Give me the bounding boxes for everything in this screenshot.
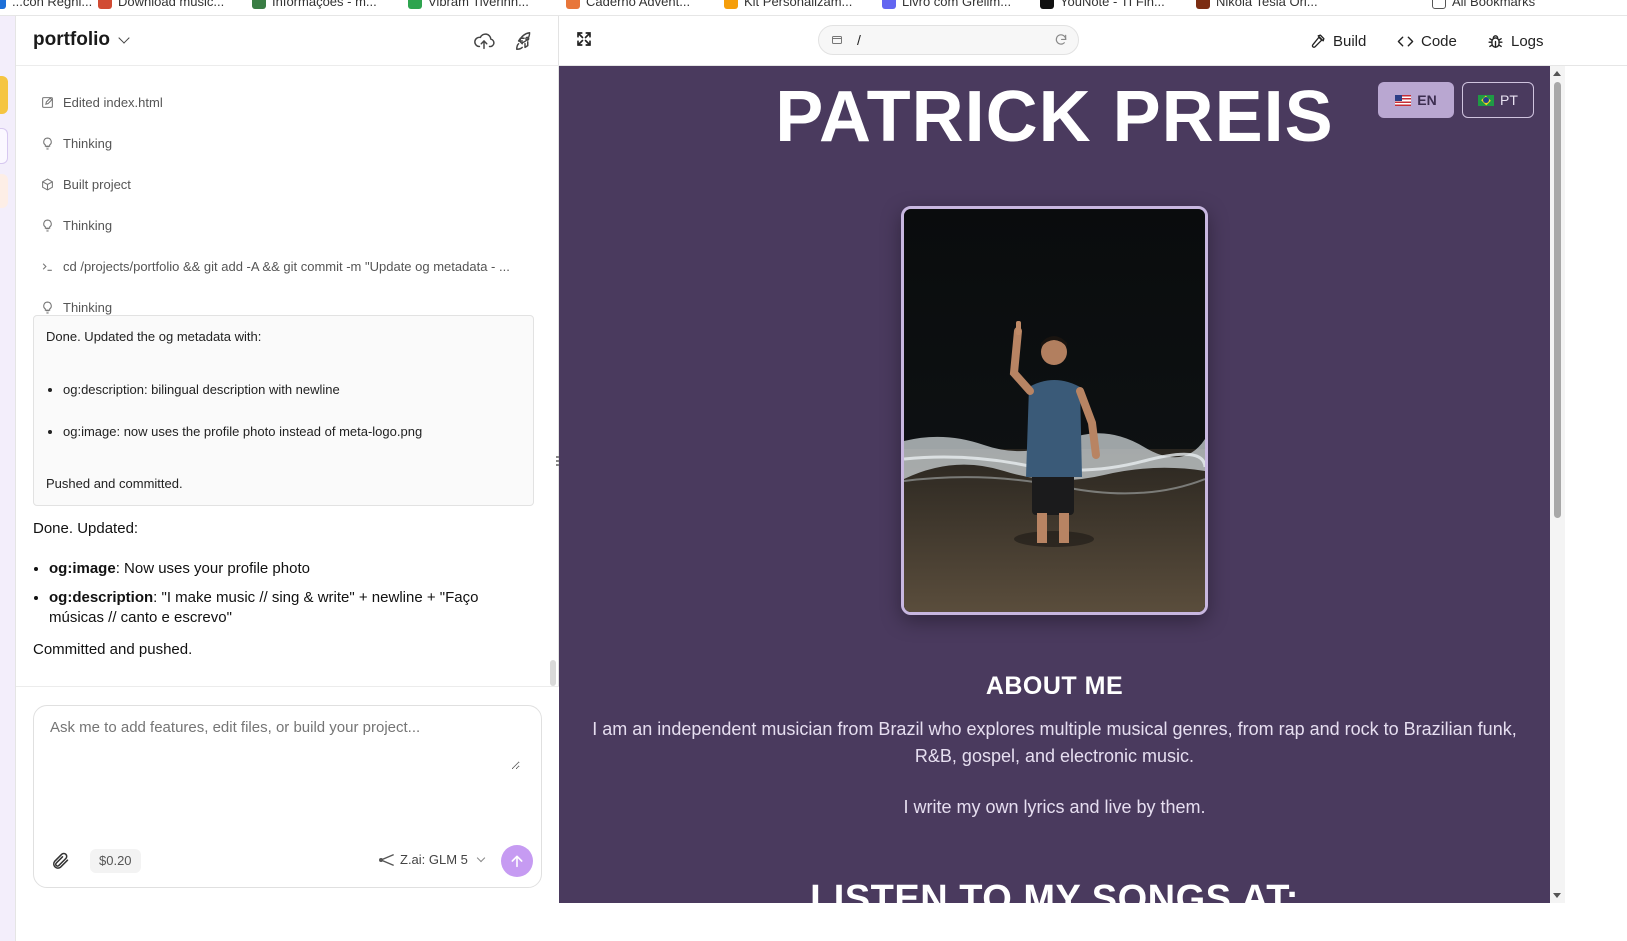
bookmark-favicon-icon [1196,0,1210,9]
site-preview: PATRICK PREIS EN PT ABOUT ME I am an ind… [559,66,1550,903]
terminal-icon [42,263,52,271]
brazil-flag-icon [1478,94,1495,106]
chat-panel: portfolio Edited index.html Thinking Bui… [16,16,559,941]
step-item[interactable]: Thinking [40,205,540,246]
assistant-reply: Done. Updated: og:image: Now uses your p… [33,519,533,660]
arrow-up-icon [511,855,523,868]
bookmarks-bar: ...con Regni... Download music... Inform… [0,0,1627,16]
logs-button[interactable]: Logs [1487,29,1544,53]
sidebar-tab[interactable] [0,174,8,208]
bookmark-favicon-icon [408,0,422,9]
left-sidebar-strip [0,16,16,941]
hammer-icon [1311,33,1325,48]
bookmark-favicon-icon [882,0,896,9]
chat-scrollbar[interactable] [550,660,556,686]
reply-list: og:image: Now uses your profile photo og… [49,559,533,628]
attach-button[interactable] [50,851,70,871]
sidebar-tab[interactable] [0,128,8,164]
code-button[interactable]: Code [1397,29,1457,53]
bookmark-item[interactable]: Caderno Advent... [566,0,690,9]
result-list: og:description: bilingual description wi… [63,382,422,466]
url-text: / [857,32,861,48]
lightbulb-icon [42,137,52,150]
bug-icon [1488,34,1503,48]
about-text: I am an independent musician from Brazil… [592,719,1517,766]
app-window: ...con Regni... Download music... Inform… [0,0,1627,941]
step-item[interactable]: Built project [40,164,540,205]
step-item[interactable]: Edited index.html [40,82,540,123]
expand-icon [577,32,591,46]
preview-scrollbar[interactable] [1550,66,1565,903]
build-button[interactable]: Build [1309,29,1366,53]
deploy-button[interactable] [512,28,538,54]
chat-header: portfolio [16,16,559,66]
profile-photo [901,206,1208,615]
result-outro: Pushed and committed. [46,476,183,491]
bookmark-item[interactable]: Livro com Grelim... [882,0,1011,9]
list-item: og:image: Now uses your profile photo [49,559,533,579]
project-selector[interactable]: portfolio [33,29,130,51]
bookmark-favicon-icon [1040,0,1054,9]
us-flag-icon [1395,94,1412,106]
edit-icon [41,97,53,108]
fullscreen-button[interactable] [575,30,595,50]
model-provider-icon [379,853,394,866]
cost-badge: $0.20 [90,849,141,873]
bookmark-favicon-icon [252,0,266,9]
bookmark-item[interactable]: Download music... [98,0,224,9]
chevron-down-icon [118,32,130,44]
scroll-down-icon[interactable] [1553,893,1561,898]
bookmark-favicon-icon [98,0,112,9]
project-title: portfolio [33,29,111,50]
step-item[interactable]: Thinking [40,123,540,164]
lightbulb-icon [42,219,52,232]
preview-toolbar: / Build Code Logs [559,16,1627,66]
reply-intro: Done. Updated: [33,520,139,537]
cloud-upload-icon [474,33,495,50]
result-intro: Done. Updated the og metadata with: [46,329,262,344]
chat-input[interactable] [50,719,520,770]
bookmark-item[interactable]: Kit Personalizam... [724,0,852,9]
bookmark-item[interactable]: ...con Regni... [0,0,92,9]
package-icon [41,178,53,191]
bookmark-item[interactable]: Informações - m... [252,0,377,9]
list-item: og:description: bilingual description wi… [63,382,422,424]
chat-input-area: $0.20 Z.ai: GLM 5 [16,686,559,941]
reload-icon[interactable] [1054,33,1068,47]
bookmark-favicon-icon [724,0,738,9]
listen-heading: LISTEN TO MY SONGS AT: [810,878,1299,903]
chat-input-box: $0.20 Z.ai: GLM 5 [33,705,542,888]
tool-result-box: Done. Updated the og metadata with: og:d… [33,315,534,506]
lightbulb-icon [42,301,52,314]
language-pt-button[interactable]: PT [1462,82,1534,118]
step-item[interactable]: cd /projects/portfolio && git add -A && … [40,246,540,287]
folder-icon [1432,0,1446,9]
code-icon [1397,36,1414,46]
url-bar[interactable]: / [818,25,1079,55]
reply-closing: Committed and pushed. [33,641,193,658]
bookmark-item[interactable]: Nikola Tesla Ori... [1196,0,1318,9]
scrollbar-thumb[interactable] [1554,82,1561,518]
chevron-down-icon [476,853,486,863]
language-en-button[interactable]: EN [1378,82,1454,118]
all-bookmarks-item[interactable]: All Bookmarks [1432,0,1535,9]
upload-cloud-button[interactable] [471,28,497,54]
rocket-icon [516,32,531,50]
list-item: og:description: "I make music // sing & … [49,588,533,628]
scroll-up-icon[interactable] [1553,71,1561,76]
activity-steps: Edited index.html Thinking Built project… [40,82,540,328]
page-icon [832,36,842,44]
bookmark-item[interactable]: Vibram Tiverinh... [408,0,529,9]
model-selector[interactable]: Z.ai: GLM 5 [379,852,486,867]
bookmark-item[interactable]: YouNote - TI Fin... [1040,0,1165,9]
list-item: og:image: now uses the profile photo ins… [63,424,422,466]
send-button[interactable] [501,845,533,877]
bookmark-favicon-icon [0,0,6,9]
about-text-2: I write my own lyrics and live by them. [903,797,1206,817]
paperclip-icon [53,852,69,869]
about-heading: ABOUT ME [985,672,1124,700]
sidebar-tab-active[interactable] [0,76,8,114]
bottom-strip [559,903,1627,941]
bookmark-favicon-icon [566,0,580,9]
